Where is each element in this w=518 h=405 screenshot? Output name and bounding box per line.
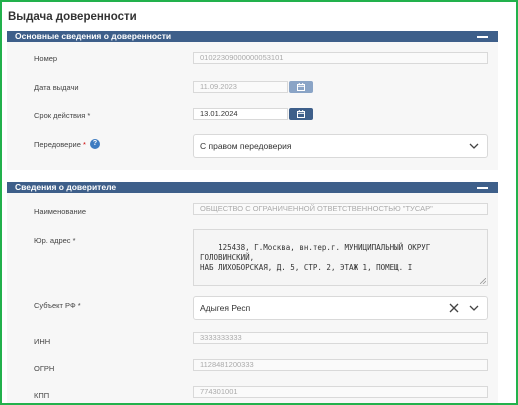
inn-label: ИНН [34,337,51,346]
delegation-select-value: С правом передоверия [200,141,292,151]
calendar-icon [297,83,305,91]
delegation-label-text: Передоверие [34,140,81,149]
section-header-principal[interactable]: Сведения о доверителе [7,182,498,193]
address-textarea[interactable]: 125438, Г.Москва, вн.тер.г. МУНИЦИПАЛЬНЫ… [193,229,488,286]
address-label: Юр. адрес * [34,236,76,245]
delegation-select[interactable]: С правом передоверия [193,134,488,158]
validity-calendar-button[interactable] [289,108,313,120]
issue-date-calendar-button[interactable] [289,81,313,93]
issue-date-field[interactable]: 11.09.2023 [193,81,288,93]
name-field[interactable]: ОБЩЕСТВО С ОГРАНИЧЕННОЙ ОТВЕТСТВЕННОСТЬЮ… [193,203,488,215]
ogrn-label: ОГРН [34,364,55,373]
window-frame: Выдача доверенности Основные сведения о … [0,0,518,405]
kpp-label: КПП [34,391,50,400]
collapse-icon[interactable] [477,36,488,38]
region-select[interactable]: Адыгея Респ [193,296,488,320]
help-icon[interactable]: ? [90,139,100,149]
issue-date-label: Дата выдачи [34,83,79,92]
region-label: Субъект РФ * [34,301,81,310]
ogrn-field[interactable]: 1128481200333 [193,359,488,371]
section-header-main[interactable]: Основные сведения о доверенности [7,31,498,42]
validity-field[interactable]: 13.01.2024 [193,108,288,120]
collapse-icon[interactable] [477,187,488,189]
calendar-icon [297,110,305,118]
section-title: Сведения о доверителе [15,182,117,192]
region-select-value: Адыгея Респ [200,303,251,313]
kpp-field[interactable]: 774301001 [193,386,488,398]
name-label: Наименование [34,207,86,216]
delegation-label: Передоверие * [34,140,86,149]
resize-handle-icon[interactable] [480,278,486,284]
required-marker: * [82,140,86,149]
close-icon[interactable] [449,303,459,313]
number-field[interactable]: 01022309000000053101 [193,52,488,64]
chevron-down-icon[interactable] [469,143,479,149]
inn-field[interactable]: 3333333333 [193,332,488,344]
number-label: Номер [34,54,58,63]
chevron-down-icon[interactable] [469,305,479,311]
address-value: 125438, Г.Москва, вн.тер.г. МУНИЦИПАЛЬНЫ… [200,243,431,272]
section-title: Основные сведения о доверенности [15,31,172,41]
validity-label: Срок действия * [34,111,91,120]
page-title: Выдача доверенности [8,11,137,23]
